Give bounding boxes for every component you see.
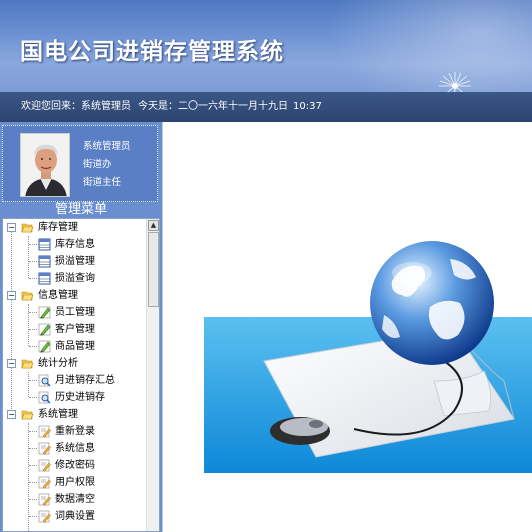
user-role: 系统管理员: [83, 141, 131, 152]
pencil-icon: [38, 306, 51, 319]
scroll-thumb[interactable]: [148, 232, 159, 307]
folder-open-icon: [21, 359, 34, 369]
document-edit-icon: [38, 425, 51, 438]
left-panel: 系统管理员 街道办 街道主任 管理菜单 − 库存管理 库存信息 损溢管理 损溢查…: [0, 122, 162, 532]
welcome-text: 欢迎您回来：系统管理员: [21, 101, 131, 112]
document-edit-icon: [38, 493, 51, 506]
tree-item-label: 员工管理: [55, 307, 95, 318]
time-text: 10:37: [293, 101, 322, 112]
folder-open-icon: [21, 410, 34, 420]
collapse-icon[interactable]: −: [7, 359, 16, 368]
dandelion-decoration: [439, 72, 471, 92]
tree-group-info[interactable]: − 信息管理: [3, 287, 147, 304]
tree-item-label: 修改密码: [55, 460, 95, 471]
status-bar: 欢迎您回来：系统管理员 今天是：二〇一六年十一月十九日 10:37: [0, 92, 532, 122]
tree-item-loss-management[interactable]: 损溢管理: [3, 253, 147, 270]
table-icon: [38, 272, 51, 285]
tree-group-stats[interactable]: − 统计分析: [3, 355, 147, 372]
folder-open-icon: [21, 223, 34, 233]
menu-title: 管理菜单: [54, 202, 107, 217]
tree-item-dictionary[interactable]: 词典设置: [3, 508, 147, 525]
user-department: 街道办: [83, 159, 112, 170]
tree-item-product[interactable]: 商品管理: [3, 338, 147, 355]
collapse-icon[interactable]: −: [7, 291, 16, 300]
tree-item-label: 库存信息: [55, 239, 95, 250]
document-edit-icon: [38, 510, 51, 523]
tree-item-label: 月进销存汇总: [55, 375, 115, 386]
user-position: 街道主任: [83, 177, 122, 188]
avatar: [20, 133, 70, 197]
tree-item-relogin[interactable]: 重新登录: [3, 423, 147, 440]
document-edit-icon: [38, 476, 51, 489]
tree-group-label: 库存管理: [38, 222, 78, 233]
collapse-icon[interactable]: −: [7, 223, 16, 232]
tree-scrollbar[interactable]: ▲: [146, 219, 159, 531]
tree-item-user-permissions[interactable]: 用户权限: [3, 474, 147, 491]
document-edit-icon: [38, 459, 51, 472]
tree-item-label: 商品管理: [55, 341, 95, 352]
tree-group-label: 统计分析: [38, 358, 78, 369]
main-content: [162, 122, 532, 532]
tree-item-employee[interactable]: 员工管理: [3, 304, 147, 321]
document-edit-icon: [38, 442, 51, 455]
globe-mouse-banner: [204, 211, 532, 473]
magnifier-icon: [38, 391, 51, 404]
app-title: 国电公司进销存管理系统: [20, 39, 284, 65]
tree-group-label: 系统管理: [38, 409, 78, 420]
user-info-box: 系统管理员 街道办 街道主任: [2, 125, 158, 202]
table-icon: [38, 255, 51, 268]
menu-tree[interactable]: − 库存管理 库存信息 损溢管理 损溢查询 − 信息管理 员工管理 客户管理 商…: [2, 218, 160, 532]
scroll-up-arrow-icon[interactable]: ▲: [148, 220, 159, 231]
tree-item-system-info[interactable]: 系统信息: [3, 440, 147, 457]
date-text: 今天是：二〇一六年十一月十九日: [138, 101, 288, 112]
tree-item-change-password[interactable]: 修改密码: [3, 457, 147, 474]
tree-group-label: 信息管理: [38, 290, 78, 301]
tree-item-label: 用户权限: [55, 477, 95, 488]
tree-item-history[interactable]: 历史进销存: [3, 389, 147, 406]
folder-open-icon: [21, 291, 34, 301]
tree-item-clear-data[interactable]: 数据清空: [3, 491, 147, 508]
tree-item-inventory-info[interactable]: 库存信息: [3, 236, 147, 253]
tree-item-label: 历史进销存: [55, 392, 105, 403]
tree-item-customer[interactable]: 客户管理: [3, 321, 147, 338]
tree-item-label: 客户管理: [55, 324, 95, 335]
tree-group-system[interactable]: − 系统管理: [3, 406, 147, 423]
magnifier-icon: [38, 374, 51, 387]
tree-item-label: 损溢管理: [55, 256, 95, 267]
table-icon: [38, 238, 51, 251]
pencil-icon: [38, 340, 51, 353]
tree-item-label: 数据清空: [55, 494, 95, 505]
app-header: 国电公司进销存管理系统: [0, 0, 532, 92]
tree-item-loss-query[interactable]: 损溢查询: [3, 270, 147, 287]
collapse-icon[interactable]: −: [7, 410, 16, 419]
tree-item-label: 损溢查询: [55, 273, 95, 284]
tree-item-monthly-summary[interactable]: 月进销存汇总: [3, 372, 147, 389]
tree-item-label: 系统信息: [55, 443, 95, 454]
tree-group-inventory[interactable]: − 库存管理: [3, 219, 147, 236]
tree-item-label: 重新登录: [55, 426, 95, 437]
tree-item-label: 词典设置: [55, 511, 95, 522]
pencil-icon: [38, 323, 51, 336]
